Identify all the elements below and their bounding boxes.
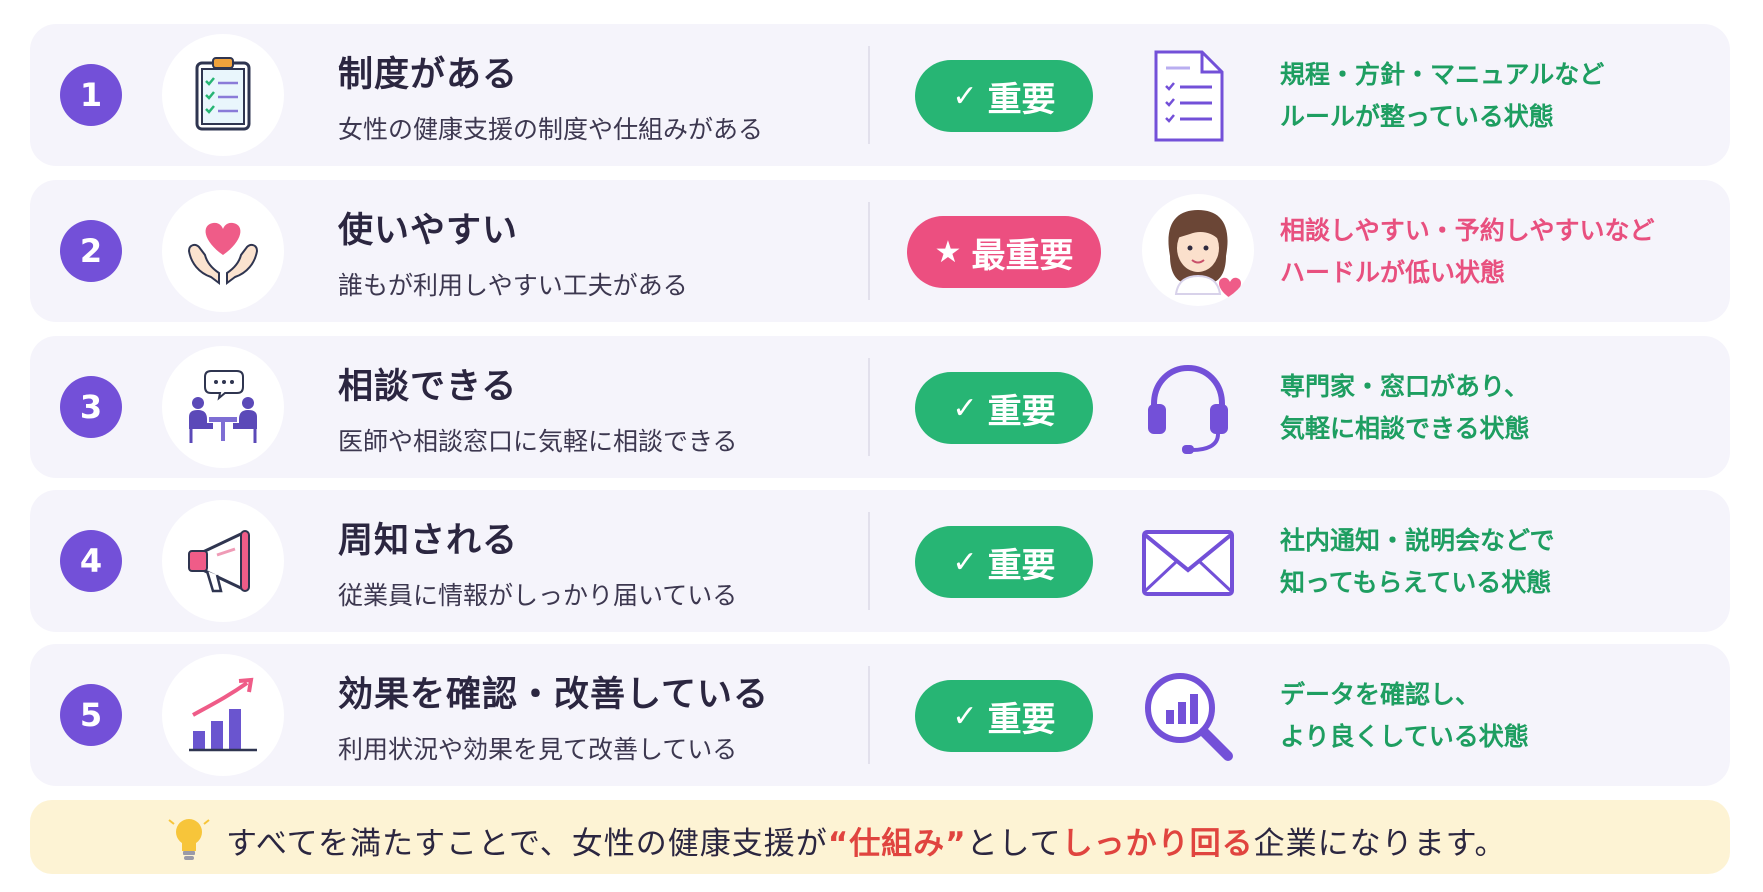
check-icon: ✓ [952, 698, 978, 734]
badge-label: 重要 [987, 545, 1056, 586]
summary-banner: すべてを満たすことで、女性の健康支援が“仕組み”としてしっかり回る企業になります… [30, 800, 1730, 874]
important-badge: ✓ 重要 [915, 680, 1093, 752]
row-description: 従業員に情報がしっかり届いている [338, 581, 738, 610]
row-description: 医師や相談窓口に気軽に相談できる [338, 427, 738, 456]
detail-line-1: 社内通知・説明会などで [1280, 526, 1555, 555]
top-priority-badge: ★ 最重要 [907, 216, 1101, 288]
heart-hands-icon [162, 190, 284, 312]
check-icon: ✓ [952, 544, 978, 580]
summary-text-part-3: 企業になります。 [1253, 826, 1507, 862]
row-detail: データを確認し、 より良くしている状態 [1280, 674, 1529, 758]
important-badge: ✓ 重要 [915, 60, 1093, 132]
step-number: 5 [60, 684, 122, 746]
important-badge: ✓ 重要 [915, 526, 1093, 598]
detail-line-1: 専門家・窓口があり、 [1280, 372, 1530, 401]
row-detail: 規程・方針・マニュアルなど ルールが整っている状態 [1280, 54, 1604, 138]
headset-icon [1148, 364, 1228, 454]
lightbulb-icon [168, 819, 210, 860]
step-number: 1 [60, 64, 122, 126]
detail-line-1: 規程・方針・マニュアルなど [1280, 60, 1605, 89]
summary-highlight-shikumi: 仕組み [849, 826, 946, 862]
badge-label: 重要 [987, 699, 1056, 740]
document-list-icon [1154, 50, 1224, 142]
detail-line-2: ハードルが低い状態 [1280, 258, 1506, 287]
row-description: 利用状況や効果を見て改善している [338, 735, 738, 764]
consultation-icon [162, 346, 284, 468]
divider [868, 358, 870, 456]
important-badge: ✓ 重要 [915, 372, 1093, 444]
row-title: 効果を確認・改善している [338, 675, 769, 715]
magnifier-chart-icon [1145, 673, 1233, 761]
check-icon: ✓ [952, 78, 978, 114]
quote-open: “ [827, 826, 850, 862]
step-number: 4 [60, 530, 122, 592]
row-detail: 社内通知・説明会などで 知ってもらえている状態 [1280, 520, 1555, 604]
detail-line-2: 気軽に相談できる状態 [1280, 414, 1530, 443]
badge-label: 最重要 [971, 235, 1074, 276]
quote-close: ” [945, 826, 967, 862]
row-title: 制度がある [338, 55, 519, 95]
detail-line-1: データを確認し、 [1280, 680, 1481, 709]
growth-chart-icon [162, 654, 284, 776]
row-description: 女性の健康支援の制度や仕組みがある [338, 115, 764, 144]
divider [868, 202, 870, 300]
row-description: 誰もが利用しやすい工夫がある [338, 271, 688, 300]
woman-heart-avatar-icon [1142, 194, 1254, 306]
divider [868, 46, 870, 144]
summary-highlight-mawaru: しっかり回る [1061, 826, 1254, 862]
summary-text-part-2: として [966, 826, 1062, 862]
summary-text-part-1: すべてを満たすことで、女性の健康支援が [226, 826, 828, 862]
row-detail: 専門家・窓口があり、 気軽に相談できる状態 [1280, 366, 1530, 450]
row-3: 3 相談できる 医師や相談窓口に気軽に相談できる ✓ 重要 専門家・窓口があり、… [30, 336, 1730, 478]
row-title: 使いやすい [338, 211, 519, 251]
megaphone-icon [162, 500, 284, 622]
divider [868, 512, 870, 610]
detail-line-2: ルールが整っている状態 [1280, 102, 1554, 131]
row-5: 5 効果を確認・改善している 利用状況や効果を見て改善している ✓ 重要 データ… [30, 644, 1730, 786]
detail-line-1: 相談しやすい・予約しやすいなど [1280, 216, 1655, 245]
row-detail: 相談しやすい・予約しやすいなど ハードルが低い状態 [1280, 210, 1655, 294]
badge-label: 重要 [987, 79, 1056, 120]
star-icon: ★ [934, 234, 962, 270]
divider [868, 666, 870, 764]
row-1: 1 制度がある 女性の健康支援の制度や仕組みがある ✓ 重要 規程・方針・マニュ… [30, 24, 1730, 166]
step-number: 3 [60, 376, 122, 438]
row-title: 相談できる [338, 367, 518, 407]
summary-text: すべてを満たすことで、女性の健康支援が“仕組み”としてしっかり回る企業になります… [226, 818, 1507, 863]
check-icon: ✓ [952, 390, 978, 426]
step-number: 2 [60, 220, 122, 282]
row-4: 4 周知される 従業員に情報がしっかり届いている ✓ 重要 社内通知・説明会など… [30, 490, 1730, 632]
detail-line-2: 知ってもらえている状態 [1280, 568, 1552, 597]
row-2: 2 使いやすい 誰もが利用しやすい工夫がある ★ 最重要 相談しやすい・予約しや… [30, 180, 1730, 322]
clipboard-checklist-icon [162, 34, 284, 156]
envelope-icon [1142, 530, 1234, 596]
row-title: 周知される [338, 521, 519, 561]
detail-line-2: より良くしている状態 [1280, 722, 1529, 751]
badge-label: 重要 [987, 391, 1056, 432]
